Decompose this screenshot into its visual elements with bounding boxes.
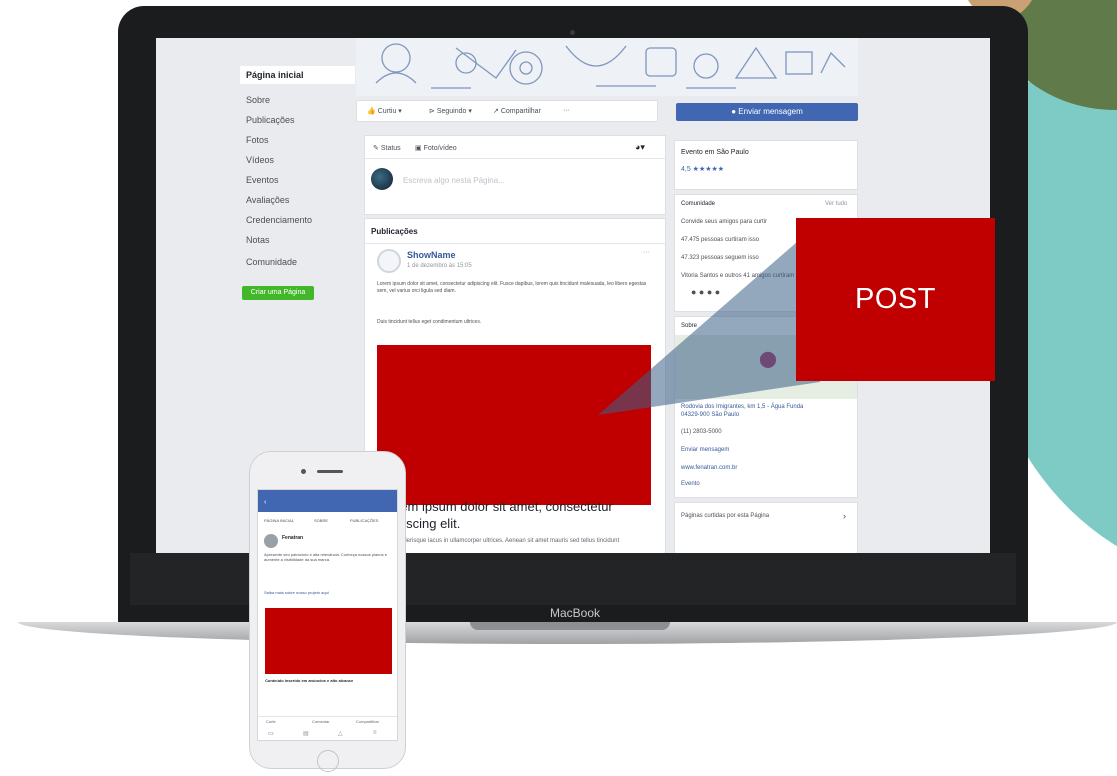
laptop-brand-label: MacBook — [549, 606, 601, 620]
composer-avatar — [371, 168, 393, 190]
phone-header-bar: ‹ — [258, 490, 397, 512]
like-label: Curtiu — [377, 108, 397, 115]
post-callout-label: POST — [855, 283, 936, 315]
messenger-icon: ● — [731, 107, 737, 116]
sidebar-item-reviews[interactable]: Avaliações — [246, 195, 289, 205]
map-pin-icon: ⬤ — [759, 351, 777, 368]
sidebar-item-events[interactable]: Eventos — [246, 175, 279, 185]
phone-action-share[interactable]: Compartilhar — [356, 719, 379, 724]
chevron-right-icon[interactable]: › — [843, 511, 846, 521]
phone-number: (11) 2803-5000 — [681, 429, 722, 435]
phone-speaker — [317, 470, 343, 473]
send-message-link[interactable]: Enviar mensagem — [681, 447, 729, 453]
follow-label: Seguindo — [436, 108, 467, 115]
cover-photo — [356, 38, 858, 96]
more-button[interactable]: ··· — [563, 107, 570, 114]
laptop-camera-icon — [570, 30, 575, 35]
sidebar-item-notes[interactable]: Notas — [246, 235, 270, 245]
page-category: Evento em São Paulo — [681, 149, 749, 156]
laptop-notch — [470, 622, 670, 630]
phone-tab-posts[interactable]: PUBLICAÇÕES — [350, 518, 378, 523]
post-link-headline[interactable]: rem ipsum dolor sit amet, consectetur pi… — [396, 498, 656, 532]
phone-divider — [258, 716, 397, 717]
phone-action-comment[interactable]: Comentar — [312, 719, 330, 724]
phone-back-icon[interactable]: ‹ — [264, 499, 266, 506]
sidebar-item-posts[interactable]: Publicações — [246, 115, 295, 125]
about-title: Sobre — [681, 323, 698, 329]
phone-home-button[interactable] — [317, 750, 339, 772]
rating-stars[interactable]: 4,5 ★★★★★ — [681, 165, 724, 173]
create-page-button[interactable]: Criar uma Página — [242, 286, 314, 300]
category-link[interactable]: Evento — [681, 481, 700, 487]
composer-input[interactable]: Escreva algo nesta Página... — [403, 176, 505, 185]
liked-pages-card: Páginas curtidas por esta Página › — [674, 502, 858, 553]
posts-divider — [365, 243, 665, 244]
globe-icon[interactable]: ◕▾ — [635, 142, 645, 153]
phone-tab-home[interactable]: PÁGINA INICIAL — [264, 518, 294, 523]
composer-tab-status[interactable]: ✎ Status — [373, 144, 401, 152]
sidebar-item-community[interactable]: Comunidade — [246, 257, 297, 267]
share-icon: ↗ — [493, 108, 499, 115]
post-author-name[interactable]: ShowName — [407, 250, 456, 260]
sidebar-item-accreditation[interactable]: Credenciamento — [246, 215, 312, 225]
photo-icon: ▣ — [415, 145, 422, 152]
sidebar-item-videos[interactable]: Vídeos — [246, 155, 274, 165]
phone-nav-menu-icon[interactable]: ≡ — [373, 730, 377, 736]
community-title: Comunidade — [681, 201, 716, 207]
phone-post-link[interactable]: Saiba mais sobre nosso projeto aqui — [264, 590, 392, 595]
community-item-likes: 47.475 pessoas curtiram isso — [681, 237, 760, 243]
phone-post-author[interactable]: Fenatran — [282, 535, 303, 541]
post-body: Lorem ipsum dolor sit amet, consectetur … — [377, 281, 647, 294]
sidebar-item-home[interactable]: Página inicial — [240, 66, 355, 84]
liked-pages-title: Páginas curtidas por esta Página — [681, 513, 770, 519]
phone-nav-pages-icon[interactable]: ▤ — [303, 730, 309, 737]
post-link-description: scelerisque lacus in ullamcorper ultrice… — [396, 538, 620, 544]
composer-tab-photo[interactable]: ▣ Foto/vídeo — [415, 144, 457, 152]
sidebar-item-photos[interactable]: Fotos — [246, 135, 269, 145]
website-link[interactable]: www.fenatran.com.br — [681, 465, 737, 471]
cover-doodle-illustration — [375, 43, 846, 89]
rating-card: Evento em São Paulo 4,5 ★★★★★ — [674, 140, 858, 190]
phone-tab-about[interactable]: SOBRE — [314, 518, 328, 523]
page-action-bar: 👍 Curtiu ▾ ⊳ Seguindo ▾ ↗ Compartilhar ·… — [356, 100, 658, 122]
community-item-invite[interactable]: Convide seus amigos para curtir — [681, 219, 767, 225]
friend-avatars-icon[interactable]: ● ● ● ● — [691, 287, 720, 297]
send-message-button[interactable]: ● Enviar mensagem — [676, 103, 858, 121]
address[interactable]: Rodovia dos Imigrantes, km 1,5 - Água Fu… — [681, 403, 803, 419]
post-callout-box: POST — [796, 218, 995, 381]
community-item-follows: 47.323 pessoas seguem isso — [681, 255, 759, 261]
pencil-icon: ✎ — [373, 145, 379, 152]
phone-nav-bell-icon[interactable]: △ — [338, 730, 343, 737]
community-see-all-link[interactable]: Ver tudo — [825, 201, 847, 207]
post-composer: ✎ Status ▣ Foto/vídeo ◕▾ Escreva algo ne… — [364, 135, 666, 215]
composer-status-label: Status — [380, 145, 401, 152]
community-item-friends: Vitoria Santos e outros 41 amigos curtir… — [681, 273, 807, 279]
share-label: Compartilhar — [500, 108, 541, 115]
follow-button[interactable]: ⊳ Seguindo ▾ — [429, 107, 472, 115]
phone-camera-icon — [301, 469, 306, 474]
like-button[interactable]: 👍 Curtiu ▾ — [367, 107, 402, 115]
phone-post-avatar[interactable] — [264, 534, 278, 548]
mockup-stage: Página inicial Sobre Publicações Fotos V… — [0, 0, 1117, 776]
posts-title: Publicações — [371, 227, 418, 236]
rss-icon: ⊳ — [429, 108, 435, 115]
send-message-label: Enviar mensagem — [738, 107, 803, 116]
post-secondary-text: Duis tincidunt tellus eget condimentum u… — [377, 319, 482, 325]
sidebar-item-about[interactable]: Sobre — [246, 95, 270, 105]
post-author-avatar[interactable] — [377, 249, 401, 273]
post-options-icon[interactable]: ··· — [643, 249, 650, 256]
phone-nav-home-icon[interactable]: ▭ — [268, 730, 274, 737]
share-button[interactable]: ↗ Compartilhar — [493, 107, 541, 115]
thumbs-up-icon: 👍 — [367, 108, 376, 115]
phone-card-title[interactable]: Conteúdo inserido em anúncios e alto alc… — [265, 678, 375, 683]
phone-post-image[interactable] — [265, 608, 392, 674]
post-image-placeholder[interactable] — [377, 345, 651, 505]
phone-screen: ‹ PÁGINA INICIAL SOBRE PUBLICAÇÕES Fenat… — [257, 489, 398, 741]
phone-tabs: PÁGINA INICIAL SOBRE PUBLICAÇÕES — [258, 516, 397, 526]
phone-post-text: Apresente seu patrocínio e alta relevânc… — [264, 552, 387, 562]
composer-photo-label: Foto/vídeo — [423, 145, 457, 152]
composer-divider — [365, 158, 665, 159]
phone-action-like[interactable]: Curtir — [266, 719, 276, 724]
post-date[interactable]: 1 de dezembro às 15:05 — [407, 263, 472, 269]
